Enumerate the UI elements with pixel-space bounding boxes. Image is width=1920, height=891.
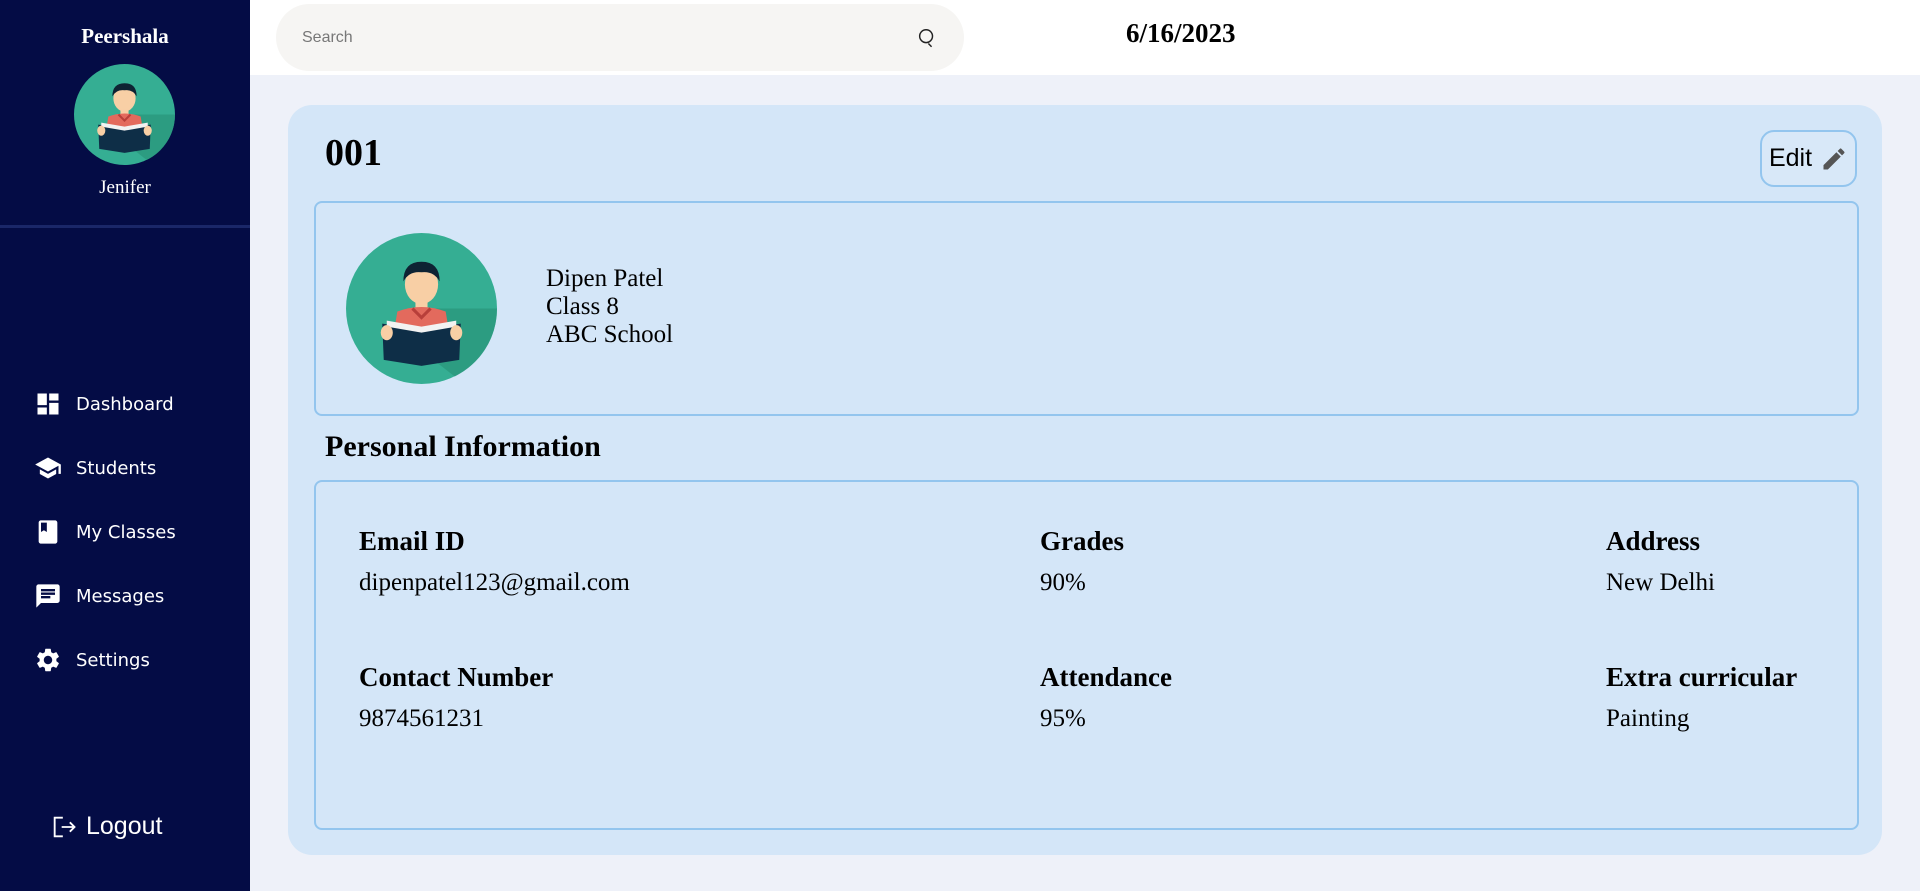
user-name: Jenifer bbox=[99, 177, 151, 198]
field-label: Contact Number bbox=[359, 662, 554, 692]
current-date: 6/16/2023 bbox=[1126, 18, 1236, 48]
field-address: Address New Delhi bbox=[1606, 526, 1715, 597]
field-value: 90% bbox=[1040, 569, 1086, 596]
user-avatar[interactable] bbox=[74, 64, 175, 165]
field-label: Address bbox=[1606, 526, 1701, 556]
field-value: 9874561231 bbox=[359, 705, 484, 732]
student-class: Class 8 bbox=[546, 293, 619, 320]
search-bar bbox=[276, 4, 964, 71]
edit-label: Edit bbox=[1768, 144, 1813, 172]
field-value: New Delhi bbox=[1606, 569, 1715, 596]
logout-button[interactable]: Logout bbox=[50, 812, 162, 841]
sidebar-item-settings[interactable]: Settings bbox=[0, 628, 250, 692]
sidebar-item-label: Students bbox=[76, 457, 157, 479]
student-name: Dipen Patel bbox=[546, 265, 664, 292]
field-label: Email ID bbox=[359, 526, 465, 556]
dashboard-icon bbox=[37, 393, 59, 415]
sidebar-item-dashboard[interactable]: Dashboard bbox=[0, 372, 250, 436]
field-contact-number: Contact Number 9874561231 bbox=[359, 662, 553, 733]
search-input[interactable] bbox=[302, 28, 916, 47]
field-label: Grades bbox=[1040, 526, 1124, 556]
edit-button[interactable]: Edit bbox=[1760, 130, 1857, 187]
sidebar-nav: Dashboard Students My Classes Messages S… bbox=[0, 372, 250, 692]
logout-icon bbox=[53, 816, 76, 837]
gear-icon bbox=[37, 648, 59, 672]
field-label: Extra curricular bbox=[1606, 662, 1798, 692]
field-value: Painting bbox=[1606, 705, 1690, 732]
logout-label: Logout bbox=[86, 812, 163, 840]
profile-summary: Dipen Patel Class 8 ABC School bbox=[314, 201, 1859, 416]
sidebar-item-label: Dashboard bbox=[76, 393, 174, 415]
student-card: 001 Edit Dipen Patel Class 8 ABC School … bbox=[288, 105, 1882, 855]
search-icon[interactable] bbox=[916, 27, 938, 49]
sidebar-item-label: Messages bbox=[76, 585, 165, 607]
student-id: 001 bbox=[325, 132, 382, 174]
pencil-icon bbox=[1823, 147, 1845, 169]
graduation-cap-icon bbox=[35, 457, 61, 479]
sidebar-item-label: Settings bbox=[76, 649, 150, 671]
field-value: 95% bbox=[1040, 705, 1086, 732]
sidebar: Peershala Jenifer Dashboard Students My … bbox=[0, 0, 250, 891]
sidebar-divider bbox=[0, 225, 250, 228]
student-avatar bbox=[346, 233, 497, 384]
profile-details: Dipen Patel Class 8 ABC School bbox=[546, 265, 673, 349]
field-attendance: Attendance 95% bbox=[1040, 662, 1172, 733]
student-school: ABC School bbox=[546, 321, 674, 348]
sidebar-item-students[interactable]: Students bbox=[0, 436, 250, 500]
message-icon bbox=[36, 584, 60, 608]
sidebar-item-my-classes[interactable]: My Classes bbox=[0, 500, 250, 564]
book-icon bbox=[38, 520, 58, 544]
field-grades: Grades 90% bbox=[1040, 526, 1124, 597]
sidebar-item-messages[interactable]: Messages bbox=[0, 564, 250, 628]
field-value: dipenpatel123@gmail.com bbox=[359, 569, 630, 596]
brand-name: Peershala bbox=[81, 24, 169, 48]
sidebar-item-label: My Classes bbox=[76, 521, 176, 543]
top-bar: 6/16/2023 bbox=[250, 0, 1920, 75]
field-email: Email ID dipenpatel123@gmail.com bbox=[359, 526, 630, 597]
section-title: Personal Information bbox=[325, 430, 601, 463]
personal-info-panel: Email ID dipenpatel123@gmail.com Grades … bbox=[314, 480, 1859, 830]
field-label: Attendance bbox=[1040, 662, 1172, 692]
field-extra-curricular: Extra curricular Painting bbox=[1606, 662, 1797, 733]
